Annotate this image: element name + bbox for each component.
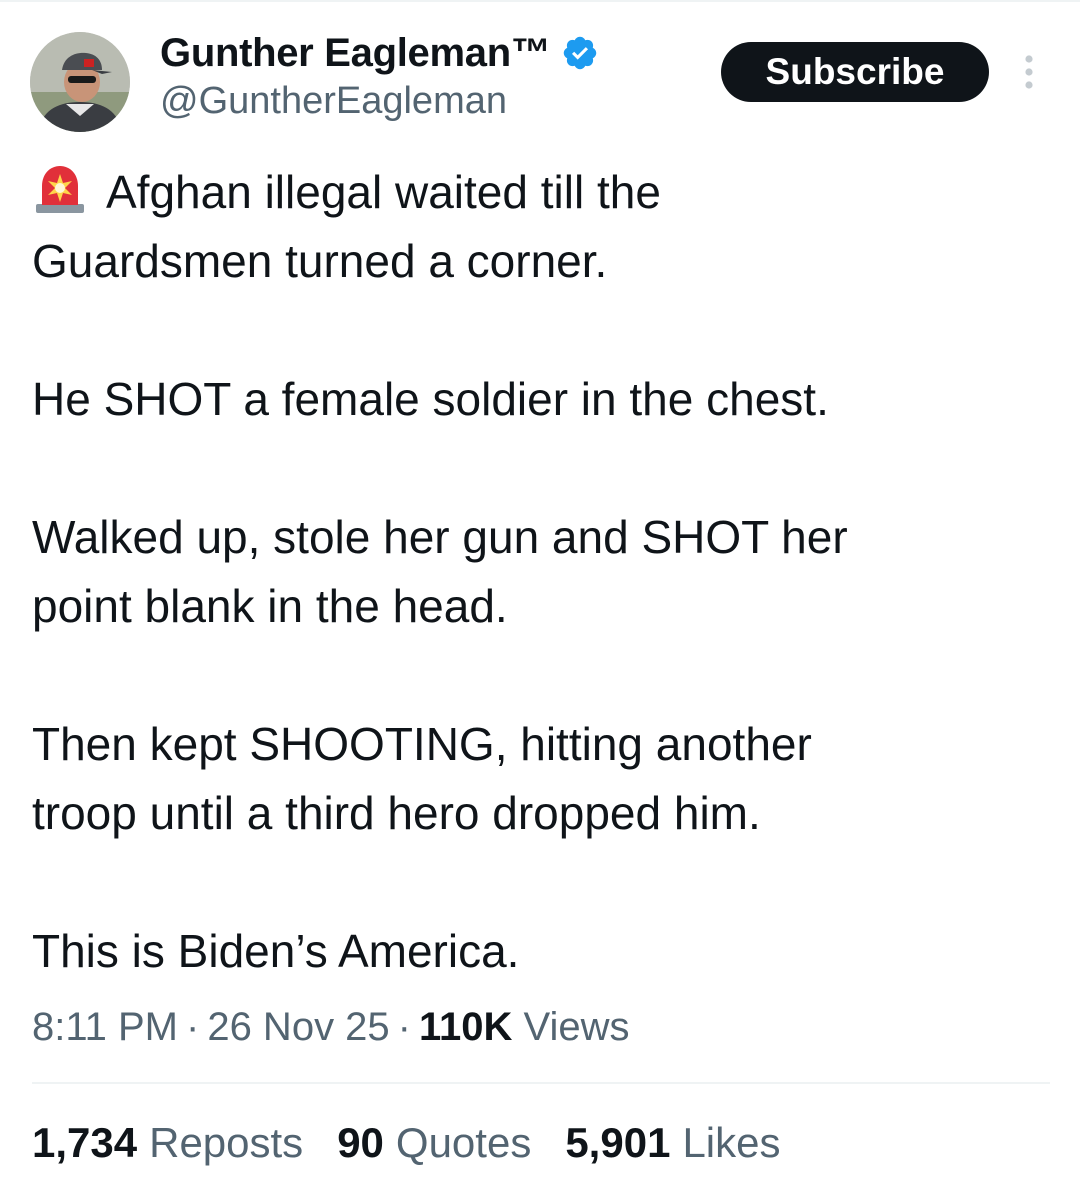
- tweet-line: Then kept SHOOTING, hitting another: [32, 718, 812, 770]
- views-label: Views: [523, 1005, 630, 1049]
- tweet-line: point blank in the head.: [32, 580, 508, 632]
- likes-label: Likes: [682, 1119, 781, 1166]
- reposts-count: 1,734: [32, 1119, 138, 1166]
- tweet-paragraph: Walked up, stole her gun and SHOT her po…: [32, 503, 1052, 641]
- avatar-photo: [30, 32, 130, 132]
- avatar[interactable]: [30, 32, 130, 132]
- quotes-stat[interactable]: 90 Quotes: [337, 1115, 531, 1171]
- tweet-paragraph: This is Biden’s America.: [32, 917, 1052, 986]
- tweet-date[interactable]: 26 Nov 25: [207, 1005, 389, 1049]
- tweet-line: troop until a third hero dropped him.: [32, 787, 761, 839]
- more-options-icon[interactable]: [1014, 52, 1044, 92]
- rotating-light-siren-icon: [32, 160, 88, 216]
- reposts-stat[interactable]: 1,734 Reposts: [32, 1115, 303, 1171]
- verified-badge-icon[interactable]: [561, 34, 599, 72]
- reposts-label: Reposts: [149, 1119, 304, 1166]
- engagement-stats: 1,734 Reposts 90 Quotes 5,901 Likes: [32, 1115, 781, 1171]
- likes-stat[interactable]: 5,901 Likes: [565, 1115, 780, 1171]
- tweet-paragraph: He SHOT a female soldier in the chest.: [32, 365, 1052, 434]
- tweet-line: He SHOT a female soldier in the chest.: [32, 373, 829, 425]
- subscribe-button[interactable]: Subscribe: [721, 42, 989, 102]
- stats-divider: [32, 1082, 1050, 1084]
- author-handle[interactable]: @GuntherEagleman: [160, 80, 507, 123]
- tweet-paragraph: Afghan illegal waited till the Guardsmen…: [32, 158, 1052, 296]
- quotes-label: Quotes: [395, 1119, 532, 1166]
- likes-count: 5,901: [565, 1119, 671, 1166]
- tweet-line: This is Biden’s America.: [32, 925, 520, 977]
- tweet-line: Guardsmen turned a corner.: [32, 235, 608, 287]
- author-name-row[interactable]: Gunther Eagleman™: [160, 28, 599, 78]
- tweet-text: Afghan illegal waited till the Guardsmen…: [32, 158, 1052, 986]
- top-divider: [0, 0, 1080, 2]
- meta-separator: ·: [397, 1005, 411, 1049]
- display-name[interactable]: Gunther Eagleman™: [160, 31, 551, 76]
- tweet-meta: 8:11 PM · 26 Nov 25 · 110K Views: [32, 1000, 630, 1054]
- quotes-count: 90: [337, 1119, 384, 1166]
- tweet-paragraph: Then kept SHOOTING, hitting another troo…: [32, 710, 1052, 848]
- tweet-time[interactable]: 8:11 PM: [32, 1005, 178, 1049]
- tweet-line: Walked up, stole her gun and SHOT her: [32, 511, 848, 563]
- tweet-line: Afghan illegal waited till the: [106, 166, 661, 218]
- meta-separator: ·: [186, 1005, 200, 1049]
- views-count: 110K: [419, 1005, 513, 1049]
